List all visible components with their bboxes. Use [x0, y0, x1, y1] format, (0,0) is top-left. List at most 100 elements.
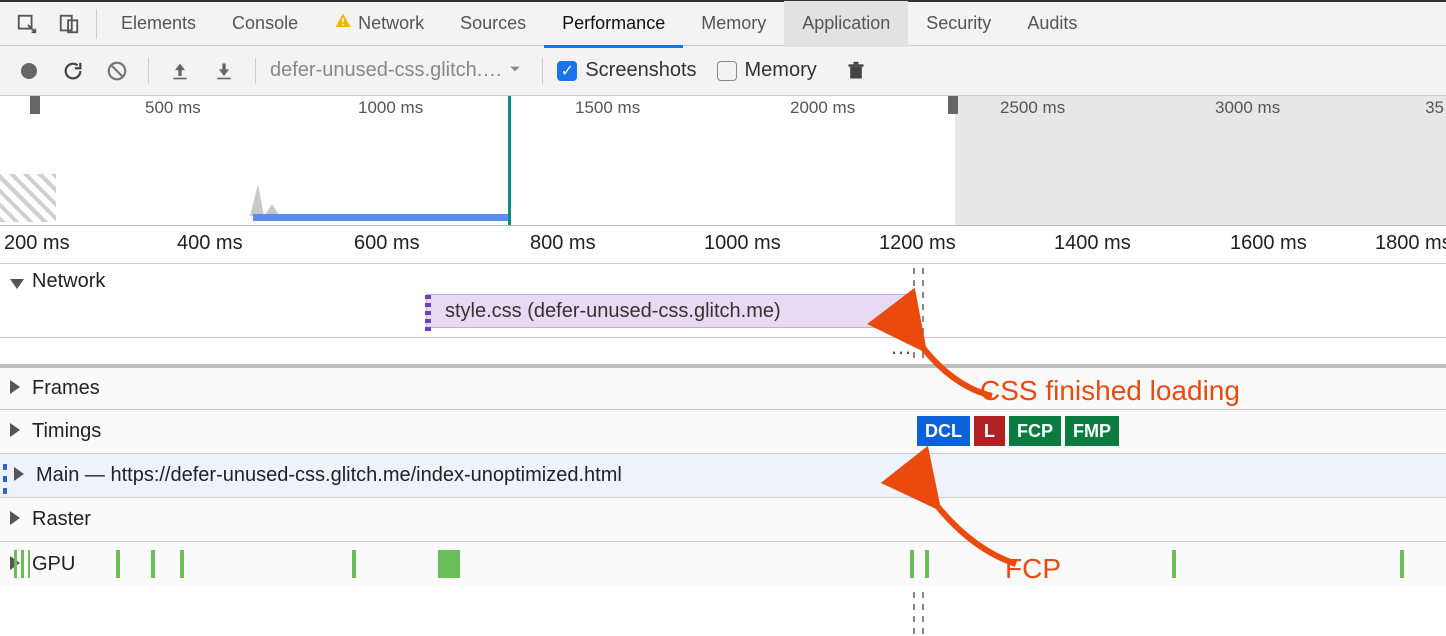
- separator: [96, 9, 97, 39]
- warning-icon: [334, 12, 352, 35]
- timeline-ruler[interactable]: 200 ms 400 ms 600 ms 800 ms 1000 ms 1200…: [0, 226, 1446, 264]
- tab-label: Console: [232, 13, 298, 34]
- inspect-icon[interactable]: [6, 2, 48, 46]
- memory-checkbox[interactable]: Memory: [717, 59, 817, 82]
- tab-label: Memory: [701, 13, 766, 34]
- record-icon: [21, 63, 37, 79]
- overview-ruler: 500 ms 1000 ms 1500 ms 2000 ms 2500 ms 3…: [0, 96, 1446, 116]
- overview-strip[interactable]: 500 ms 1000 ms 1500 ms 2000 ms 2500 ms 3…: [0, 96, 1446, 226]
- tab-memory[interactable]: Memory: [683, 1, 784, 47]
- tab-label: Audits: [1027, 13, 1077, 34]
- delete-button[interactable]: [839, 54, 873, 88]
- overview-cpu-hump: [250, 174, 292, 216]
- lane-spacer: …: [0, 338, 1446, 366]
- overview-marker-line: [508, 96, 511, 225]
- network-request-waiting-icon: [425, 293, 431, 331]
- lane-label: Timings: [32, 420, 101, 443]
- checkbox-unchecked-icon: [717, 61, 737, 81]
- tab-security[interactable]: Security: [908, 1, 1009, 47]
- tab-label: Network: [358, 13, 424, 34]
- lane-network[interactable]: Network style.css (defer-unused-css.glit…: [0, 264, 1446, 338]
- expand-icon[interactable]: [10, 509, 20, 530]
- badge-dcl[interactable]: DCL: [917, 416, 970, 446]
- overview-network-bar: [253, 214, 511, 221]
- timeline-lanes: Network style.css (defer-unused-css.glit…: [0, 264, 1446, 586]
- expand-icon[interactable]: [10, 421, 20, 442]
- lane-main[interactable]: Main — https://defer-unused-css.glitch.m…: [0, 454, 1446, 498]
- load-profile-button[interactable]: [163, 54, 197, 88]
- ruler-tick: 600 ms: [354, 232, 420, 255]
- overview-range-handle-left[interactable]: [30, 96, 40, 114]
- lane-raster[interactable]: Raster: [0, 498, 1446, 542]
- clear-button[interactable]: [100, 54, 134, 88]
- ruler-tick: 1200 ms: [879, 232, 956, 255]
- tab-label: Application: [802, 13, 890, 34]
- ruler-tick: 200 ms: [4, 232, 70, 255]
- overview-tick: 2000 ms: [790, 98, 855, 118]
- ruler-tick: 1600 ms: [1230, 232, 1307, 255]
- profile-selector-label: defer-unused-css.glitch.…: [270, 59, 502, 82]
- tab-sources[interactable]: Sources: [442, 1, 544, 47]
- main-task-block[interactable]: [910, 460, 915, 492]
- timings-badges: DCL L FCP FMP: [917, 416, 1119, 446]
- screenshots-checkbox[interactable]: ✓ Screenshots: [557, 59, 696, 82]
- annotation-fcp: FCP: [1005, 553, 1061, 585]
- tab-label: Elements: [121, 13, 196, 34]
- badge-fmp[interactable]: FMP: [1065, 416, 1119, 446]
- selection-marker-icon: [3, 458, 7, 494]
- expand-icon[interactable]: [10, 273, 24, 294]
- tab-label: Sources: [460, 13, 526, 34]
- overview-tick: 35: [1425, 98, 1444, 118]
- overview-tick: 2500 ms: [1000, 98, 1065, 118]
- gpu-block: [438, 550, 460, 578]
- devtools-tab-bar: Elements Console Network Sources Perform…: [0, 0, 1446, 46]
- save-profile-button[interactable]: [207, 54, 241, 88]
- tab-console[interactable]: Console: [214, 1, 316, 47]
- network-request-label: style.css (defer-unused-css.glitch.me): [445, 300, 781, 323]
- profile-selector[interactable]: defer-unused-css.glitch.…: [270, 59, 528, 82]
- expand-icon[interactable]: [10, 378, 20, 399]
- performance-toolbar: defer-unused-css.glitch.… ✓ Screenshots …: [0, 46, 1446, 96]
- gpu-tick: [1400, 550, 1404, 578]
- overview-tick: 3000 ms: [1215, 98, 1280, 118]
- lane-label: Raster: [32, 508, 91, 531]
- tab-audits[interactable]: Audits: [1009, 1, 1095, 47]
- annotation-css-finished: CSS finished loading: [980, 375, 1240, 407]
- lane-label: Main — https://defer-unused-css.glitch.m…: [36, 464, 622, 487]
- badge-fcp[interactable]: FCP: [1009, 416, 1061, 446]
- tab-label: Security: [926, 13, 991, 34]
- gpu-tick: [1172, 550, 1176, 578]
- separator: [148, 58, 149, 84]
- tab-elements[interactable]: Elements: [103, 1, 214, 47]
- ruler-tick: 800 ms: [530, 232, 596, 255]
- checkbox-checked-icon: ✓: [557, 61, 577, 81]
- separator: [542, 58, 543, 84]
- lane-gpu[interactable]: GPU: [0, 542, 1446, 586]
- gpu-strip: [14, 550, 1446, 578]
- gpu-tick: [910, 550, 914, 578]
- gpu-tick: [352, 550, 356, 578]
- ruler-tick: 400 ms: [177, 232, 243, 255]
- reload-record-button[interactable]: [56, 54, 90, 88]
- ruler-tick: 1400 ms: [1054, 232, 1131, 255]
- gpu-tick: [116, 550, 120, 578]
- tab-network[interactable]: Network: [316, 1, 442, 47]
- badge-load[interactable]: L: [974, 416, 1005, 446]
- record-button[interactable]: [12, 54, 46, 88]
- gpu-tick: [180, 550, 184, 578]
- lane-label: Network: [32, 270, 105, 293]
- ruler-tick: 1800 ms: [1375, 232, 1446, 255]
- overview-tick: 1500 ms: [575, 98, 640, 118]
- overview-tick: 1000 ms: [358, 98, 423, 118]
- expand-icon[interactable]: [14, 465, 24, 486]
- tab-application[interactable]: Application: [784, 1, 908, 47]
- gpu-tick: [151, 550, 155, 578]
- lane-timings[interactable]: Timings DCL L FCP FMP: [0, 410, 1446, 454]
- checkbox-label: Memory: [745, 59, 817, 82]
- device-toolbar-icon[interactable]: [48, 2, 90, 46]
- chevron-down-icon: [508, 59, 522, 82]
- tab-performance[interactable]: Performance: [544, 1, 683, 47]
- overview-tick: 500 ms: [145, 98, 201, 118]
- network-request-bar[interactable]: style.css (defer-unused-css.glitch.me): [426, 294, 914, 328]
- overview-range-handle-right[interactable]: [948, 96, 958, 114]
